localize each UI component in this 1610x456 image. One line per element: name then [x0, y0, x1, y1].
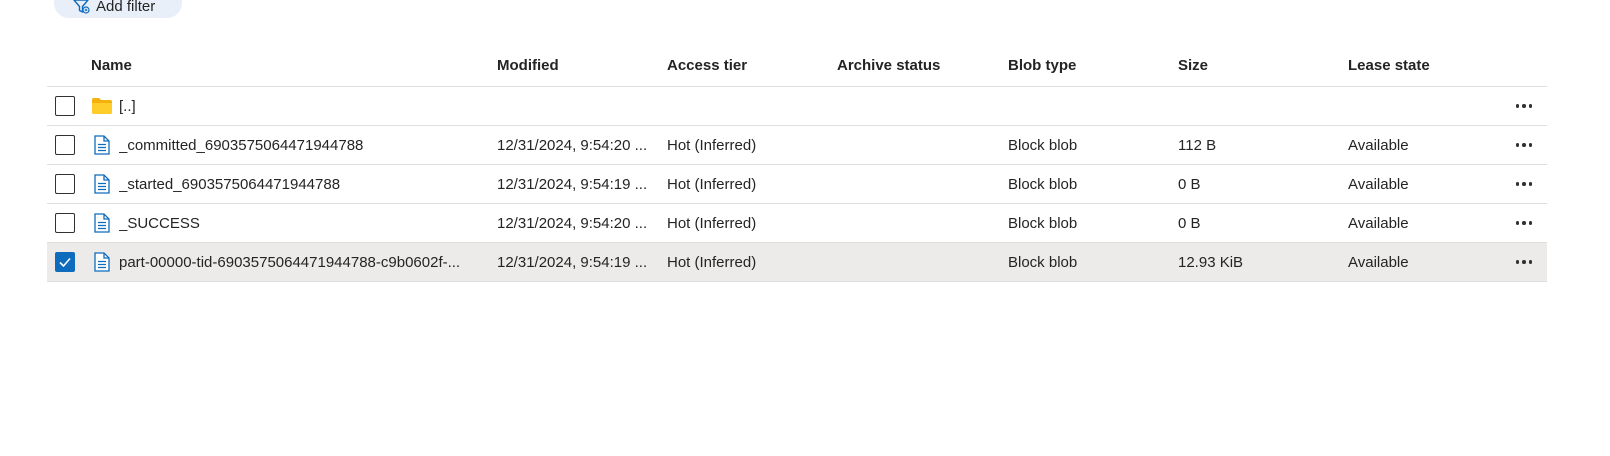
- folder-icon: [91, 95, 113, 117]
- file-icon: [91, 251, 113, 273]
- row-modified: 12/31/2024, 9:54:19 ...: [497, 253, 648, 271]
- more-options-icon[interactable]: [1515, 260, 1533, 264]
- row-blob-type: [1008, 87, 1168, 125]
- table-row-selected[interactable]: part-00000-tid-6903575064471944788-c9b06…: [47, 243, 1547, 282]
- checkmark-icon: [59, 257, 71, 268]
- row-checkbox[interactable]: [55, 96, 75, 116]
- row-blob-type: Block blob: [1008, 253, 1078, 271]
- row-lease-state: Available: [1348, 253, 1409, 271]
- row-lease-state: Available: [1348, 175, 1409, 193]
- row-modified: [497, 87, 657, 125]
- row-name[interactable]: [..]: [119, 98, 136, 115]
- row-access-tier: Hot (Inferred): [667, 136, 757, 154]
- file-icon: [91, 212, 113, 234]
- row-size: 0 B: [1178, 214, 1201, 232]
- row-modified: 12/31/2024, 9:54:20 ...: [497, 136, 648, 154]
- column-header-blob-type[interactable]: Blob type: [1008, 45, 1168, 86]
- add-filter-label: Add filter: [96, 0, 156, 15]
- more-options-icon[interactable]: [1515, 182, 1533, 186]
- row-checkbox[interactable]: [55, 213, 75, 233]
- column-header-name[interactable]: Name: [91, 45, 481, 86]
- row-name[interactable]: _committed_6903575064471944788: [119, 137, 363, 154]
- row-archive-status: [837, 126, 997, 164]
- table-row[interactable]: _started_6903575064471944788 12/31/2024,…: [47, 165, 1547, 204]
- row-modified: 12/31/2024, 9:54:20 ...: [497, 214, 648, 232]
- row-checkbox-checked[interactable]: [55, 252, 75, 272]
- row-name[interactable]: part-00000-tid-6903575064471944788-c9b06…: [119, 254, 460, 271]
- filter-icon: [73, 0, 90, 14]
- row-lease-state: Available: [1348, 214, 1409, 232]
- row-archive-status: [837, 204, 997, 242]
- column-header-size[interactable]: Size: [1178, 45, 1338, 86]
- file-icon: [91, 134, 113, 156]
- row-size: 112 B: [1178, 136, 1217, 154]
- row-archive-status: [837, 87, 997, 125]
- add-filter-button[interactable]: Add filter: [54, 0, 182, 18]
- more-options-icon[interactable]: [1515, 143, 1533, 147]
- row-size: 0 B: [1178, 175, 1201, 193]
- row-access-tier: Hot (Inferred): [667, 253, 757, 271]
- row-size: 12.93 KiB: [1178, 253, 1244, 271]
- table-row[interactable]: [..]: [47, 87, 1547, 126]
- row-blob-type: Block blob: [1008, 175, 1078, 193]
- row-checkbox[interactable]: [55, 174, 75, 194]
- row-size: [1178, 87, 1338, 125]
- row-archive-status: [837, 165, 997, 203]
- column-header-access-tier[interactable]: Access tier: [667, 45, 827, 86]
- column-header-modified[interactable]: Modified: [497, 45, 657, 86]
- row-checkbox[interactable]: [55, 135, 75, 155]
- blob-list: Name Modified Access tier Archive status…: [47, 45, 1547, 282]
- row-access-tier: Hot (Inferred): [667, 214, 757, 232]
- row-name[interactable]: _started_6903575064471944788: [119, 176, 340, 193]
- column-header-archive-status[interactable]: Archive status: [837, 45, 997, 86]
- column-header-lease-state[interactable]: Lease state: [1348, 45, 1488, 86]
- row-modified: 12/31/2024, 9:54:19 ...: [497, 175, 648, 193]
- more-options-icon[interactable]: [1515, 221, 1533, 225]
- more-options-icon[interactable]: [1515, 104, 1533, 108]
- table-row[interactable]: _committed_6903575064471944788 12/31/202…: [47, 126, 1547, 165]
- file-icon: [91, 173, 113, 195]
- row-lease-state: Available: [1348, 136, 1409, 154]
- column-header-row: Name Modified Access tier Archive status…: [47, 45, 1547, 87]
- row-blob-type: Block blob: [1008, 214, 1078, 232]
- row-access-tier: Hot (Inferred): [667, 175, 757, 193]
- row-access-tier: [667, 87, 827, 125]
- row-lease-state: [1348, 87, 1488, 125]
- row-blob-type: Block blob: [1008, 136, 1078, 154]
- table-row[interactable]: _SUCCESS 12/31/2024, 9:54:20 ... Hot (In…: [47, 204, 1547, 243]
- row-name[interactable]: _SUCCESS: [119, 215, 200, 232]
- row-archive-status: [837, 243, 997, 281]
